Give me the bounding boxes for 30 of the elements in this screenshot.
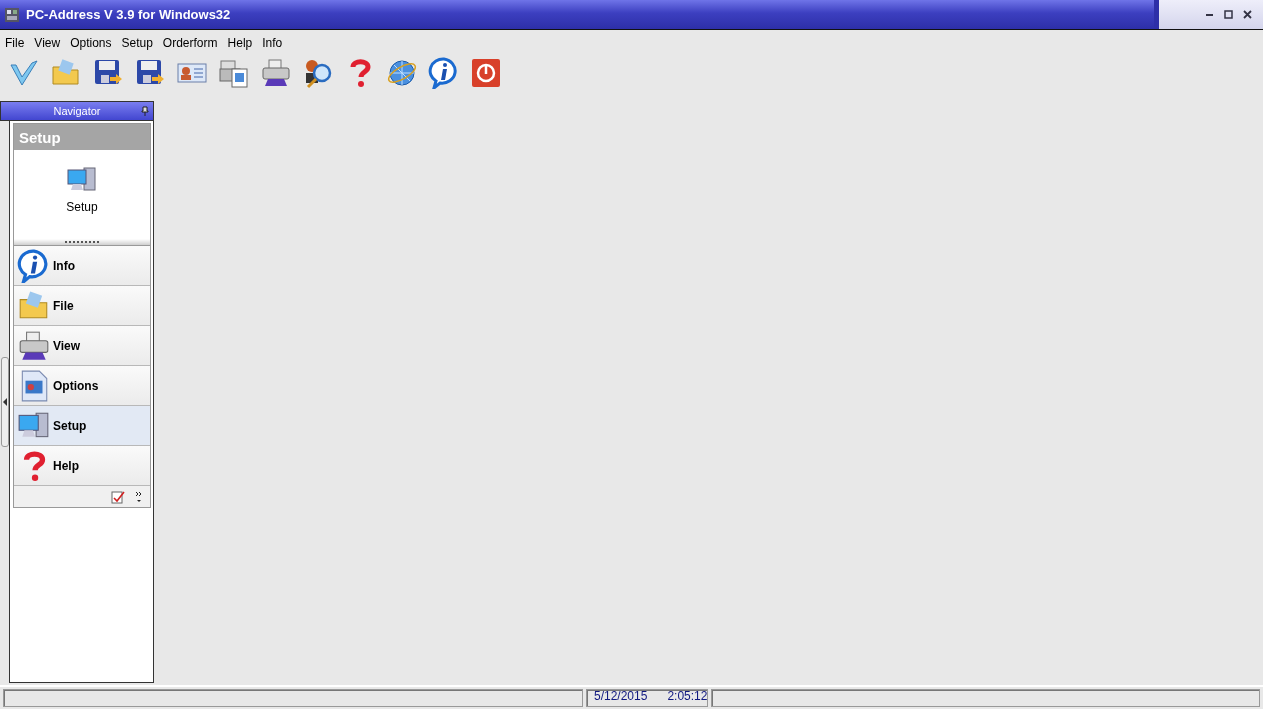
app-icon bbox=[4, 6, 20, 23]
status-date: 5/12/2015 bbox=[594, 690, 648, 702]
globe-icon bbox=[385, 57, 418, 89]
clipboard-check-icon[interactable] bbox=[111, 489, 125, 504]
menu-item[interactable]: Setup bbox=[116, 35, 158, 53]
power-icon bbox=[469, 57, 502, 89]
close-icon bbox=[1243, 10, 1252, 19]
menu-item[interactable]: Options bbox=[65, 35, 117, 53]
setup-shortcut[interactable]: Setup bbox=[66, 164, 98, 220]
group-title: Setup bbox=[19, 128, 61, 146]
status-time: 2:05:12 bbox=[667, 690, 708, 702]
navigator-item[interactable]: Options bbox=[14, 366, 150, 406]
pin-icon[interactable] bbox=[141, 106, 149, 116]
navigator-item[interactable]: Setup bbox=[14, 406, 150, 446]
print-preview-icon bbox=[217, 57, 250, 89]
panel-title: Navigator bbox=[53, 105, 101, 117]
navigator-item[interactable]: Help bbox=[14, 446, 150, 486]
maximize-icon bbox=[1224, 10, 1233, 19]
menu-item[interactable]: Help bbox=[222, 35, 258, 53]
menu-item[interactable]: Orderform bbox=[157, 35, 223, 53]
navigator-item[interactable]: File bbox=[14, 286, 150, 326]
menu-item[interactable]: View bbox=[29, 35, 66, 53]
navigator-item[interactable]: Info bbox=[14, 246, 150, 286]
chevron-icon[interactable] bbox=[135, 490, 143, 503]
menu-item[interactable]: Info bbox=[257, 35, 288, 53]
navigator-item[interactable]: View bbox=[14, 326, 150, 366]
window-title: PC-Address V 3.9 for Windows32 bbox=[26, 7, 232, 22]
printer-icon bbox=[259, 57, 292, 89]
info-icon bbox=[427, 57, 460, 89]
menu-item[interactable]: File bbox=[0, 35, 30, 53]
